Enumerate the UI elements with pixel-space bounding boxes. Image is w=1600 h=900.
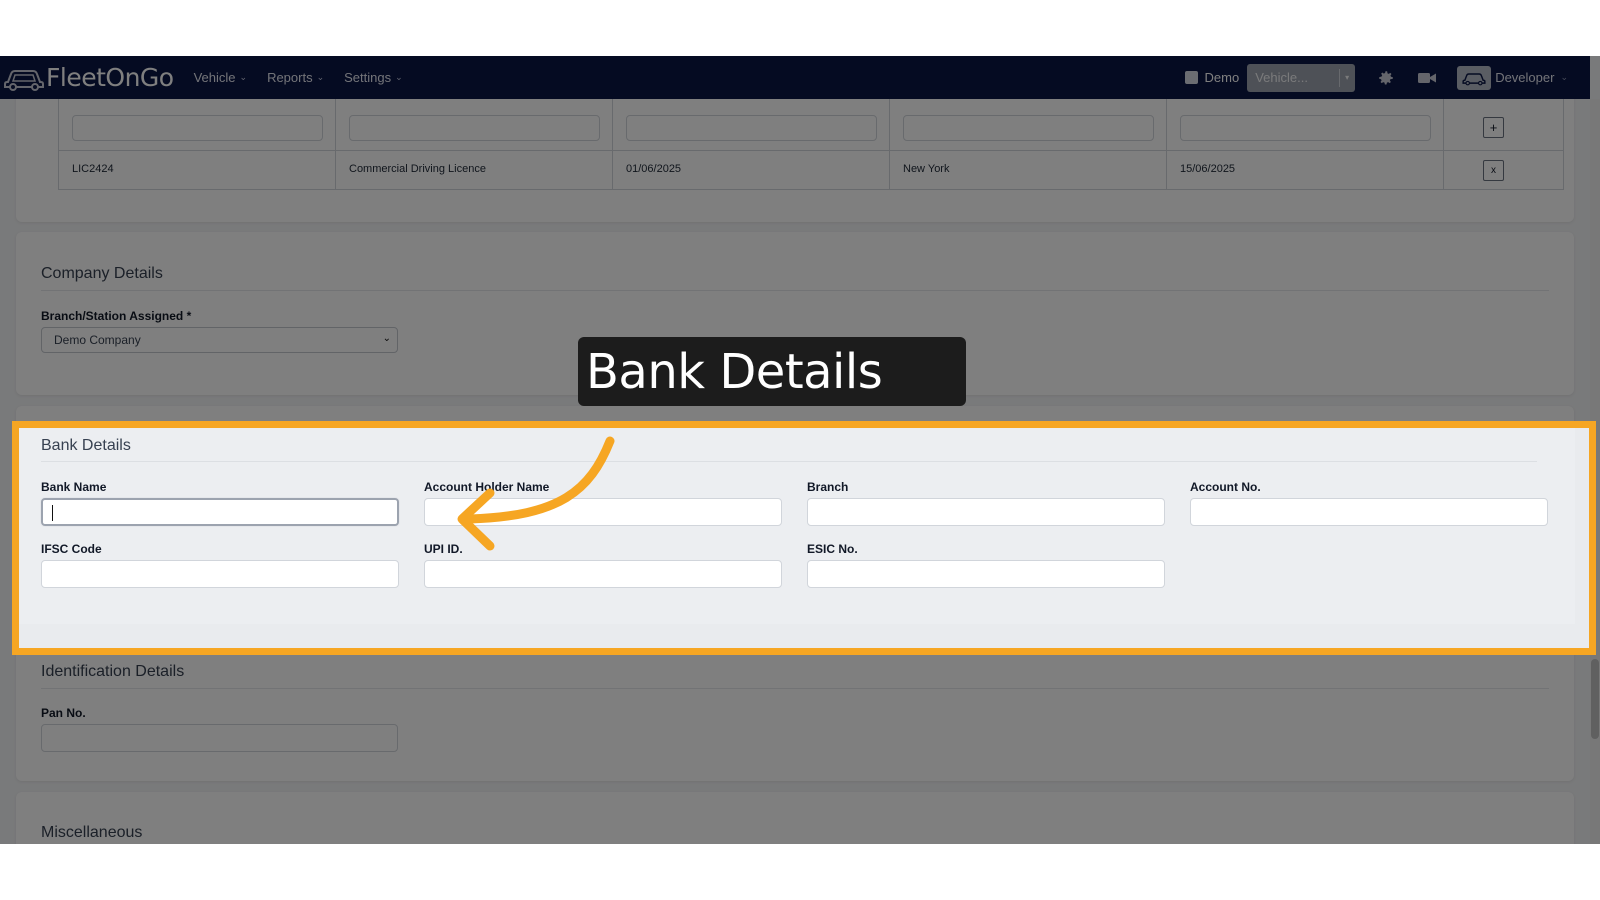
dropdown-arrow-icon: ⌄ [382,333,391,344]
licence-expiry-input[interactable] [1180,115,1431,141]
nav-vehicle-label: Vehicle [193,70,236,85]
licence-place-input[interactable] [903,115,1154,141]
licence-col-4: New York [890,99,1167,190]
top-navbar: FleetOnGo Vehicle ⌄ Reports ⌄ Settings ⌄ De… [0,56,1590,99]
callout-text: Bank Details [586,343,883,400]
bank-details-card: Bank Details Bank Name Account Holder Na… [19,428,1575,624]
misc-card: Miscellaneous [16,792,1574,844]
bank-name-label: Bank Name [41,480,107,494]
nav-reports[interactable]: Reports ⌄ [267,70,324,85]
licence-card: LIC2424 Commercial Driving Licence 01/06… [16,79,1574,222]
licence-no-cell: LIC2424 [72,163,114,175]
tutorial-callout: Bank Details [578,337,966,406]
section-divider [41,461,1537,462]
licence-type-input[interactable] [349,115,600,141]
company-details-title: Company Details [41,265,163,282]
branch-input[interactable] [807,498,1165,526]
nav-vehicle[interactable]: Vehicle ⌄ [194,70,247,85]
nav-right-group: Demo Vehicle... ▾ Developer ⌄ [1184,56,1591,99]
licence-issue-input[interactable] [626,115,877,141]
demo-label: Demo [1204,70,1240,85]
esic-label: ESIC No. [807,542,858,556]
dropdown-arrow-icon: ▾ [1339,68,1349,87]
nav-settings[interactable]: Settings ⌄ [344,70,403,85]
bank-details-title: Bank Details [41,437,131,454]
table-row-divider [59,150,1563,151]
branch-select[interactable]: Demo Company ⌄ [41,327,398,353]
section-divider [41,688,1549,689]
main-menu: Vehicle ⌄ Reports ⌄ Settings ⌄ [194,70,403,85]
remove-licence-button[interactable]: x [1483,160,1504,181]
chevron-down-icon: ⌄ [1560,72,1568,82]
account-no-input[interactable] [1190,498,1548,526]
branch-label: Branch/Station Assigned * [41,309,192,323]
chevron-down-icon: ⌄ [239,72,248,82]
gear-icon[interactable] [1375,67,1397,89]
user-menu-label[interactable]: Developer [1495,70,1554,85]
chevron-down-icon: ⌄ [395,72,403,82]
licence-col-3: 01/06/2025 [613,99,890,190]
vehicle-select[interactable]: Vehicle... ▾ [1247,63,1356,92]
upi-input[interactable] [424,560,782,588]
licence-issue-cell: 01/06/2025 [626,163,682,175]
pan-label: Pan No. [41,706,86,720]
bank-details-card-bg [19,428,1575,624]
demo-checkbox[interactable] [1184,71,1198,84]
video-camera-icon[interactable] [1416,67,1438,89]
licence-type-cell: Commercial Driving Licence [349,163,486,175]
user-avatar-icon[interactable] [1457,65,1492,90]
identification-title: Identification Details [41,663,185,680]
licence-table: LIC2424 Commercial Driving Licence 01/06… [58,99,1564,190]
account-no-label: Account No. [1190,480,1261,494]
licence-place-cell: New York [903,163,950,175]
logo-text: FleetOnGo [46,63,174,92]
licence-expiry-cell: 15/06/2025 [1180,163,1236,175]
pointer-arrow-icon [457,436,615,551]
nav-settings-label: Settings [344,70,392,85]
text-caret [52,505,53,521]
logo[interactable]: FleetOnGo [4,56,174,99]
car-logo-icon [4,69,44,91]
branch-select-value: Demo Company [54,333,141,347]
chevron-down-icon: ⌄ [316,72,325,82]
add-licence-button[interactable]: + [1483,117,1504,138]
ifsc-input[interactable] [41,560,399,588]
branch-field-label: Branch [807,480,849,494]
vehicle-select-value: Vehicle... [1255,70,1308,85]
licence-no-input[interactable] [72,115,323,141]
bank-name-input[interactable] [41,498,399,526]
misc-title: Miscellaneous [41,824,143,841]
section-divider [41,290,1549,291]
bank-details-highlight: Bank Details Bank Name Account Holder Na… [12,421,1596,655]
scrollbar-thumb[interactable] [1591,659,1599,739]
pan-input[interactable] [41,724,398,752]
ifsc-label: IFSC Code [41,542,102,556]
licence-col-5: 15/06/2025 [1167,99,1444,190]
app-viewport: FleetOnGo Vehicle ⌄ Reports ⌄ Settings ⌄ De… [0,56,1600,844]
esic-input[interactable] [807,560,1165,588]
nav-reports-label: Reports [267,70,313,85]
licence-col-2: Commercial Driving Licence [336,99,613,190]
licence-col-1: LIC2424 [59,99,336,190]
